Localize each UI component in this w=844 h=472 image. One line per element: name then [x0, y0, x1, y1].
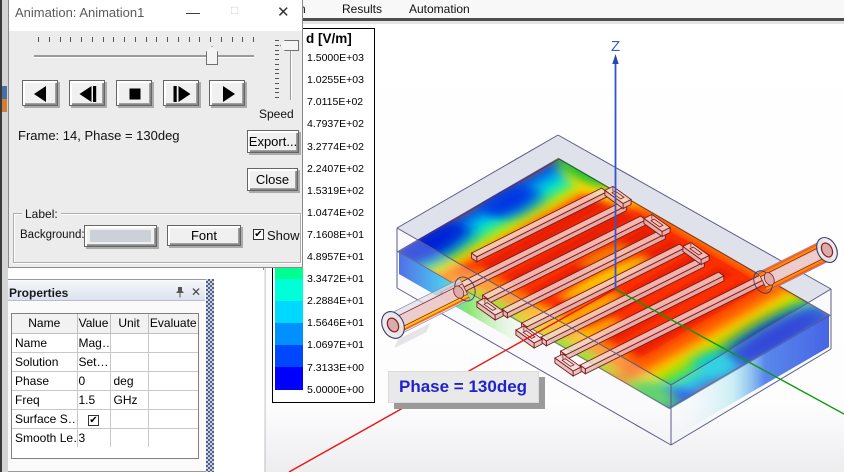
- svg-text:Z: Z: [611, 38, 620, 55]
